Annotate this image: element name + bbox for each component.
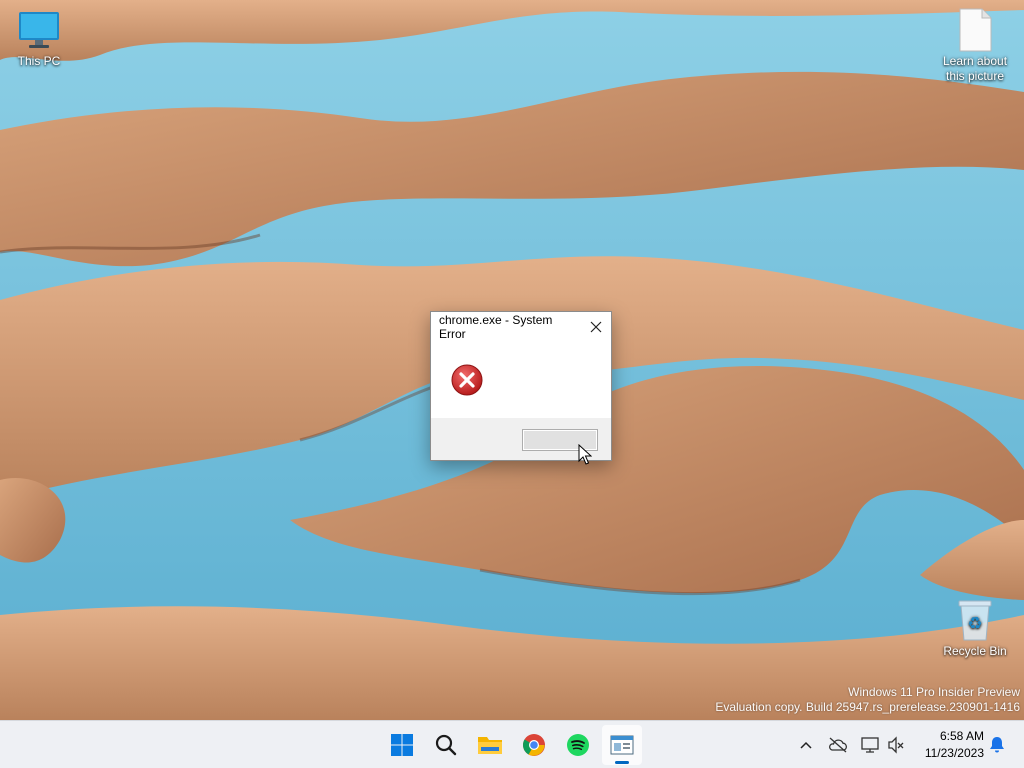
error-x-icon (451, 364, 483, 396)
mouse-cursor-icon (578, 444, 592, 465)
window-app-icon (610, 735, 634, 755)
chrome-button[interactable] (514, 725, 554, 765)
volume-tray-button[interactable] (884, 733, 908, 757)
network-tray-button[interactable] (858, 733, 882, 757)
chrome-icon (523, 734, 545, 756)
desktop-icon-label: Learn about this picture (942, 54, 1008, 83)
monitor-icon (17, 8, 61, 52)
desktop-icon-learn-about-this-picture[interactable]: Learn about this picture (937, 8, 1013, 84)
active-window-indicator (615, 761, 629, 764)
dialog-titlebar[interactable]: chrome.exe - System Error (431, 312, 611, 342)
notification-bell-icon (990, 737, 1004, 753)
taskbar: 6:58 AM 11/23/2023 (0, 720, 1024, 768)
dialog-title: chrome.exe - System Error (439, 313, 553, 341)
folder-icon (478, 737, 502, 754)
svg-text:♻: ♻ (967, 614, 982, 634)
windows-watermark: Windows 11 Pro Insider Preview Evaluatio… (715, 685, 1020, 715)
search-icon (435, 734, 457, 756)
close-button[interactable] (581, 313, 611, 341)
file-explorer-button[interactable] (470, 725, 510, 765)
taskbar-clock[interactable]: 6:58 AM 11/23/2023 (906, 728, 984, 762)
watermark-edition: Windows 11 Pro Insider Preview (848, 685, 1020, 699)
windows-logo-icon (391, 734, 413, 756)
clock-date: 11/23/2023 (924, 746, 984, 760)
document-icon (953, 8, 997, 52)
onedrive-offline-icon (829, 737, 847, 753)
notification-center-button[interactable] (985, 733, 1009, 757)
spotify-button[interactable] (558, 725, 598, 765)
watermark-build: Evaluation copy. Build 25947.rs_prerelea… (715, 700, 1020, 714)
clock-time: 6:58 AM (939, 729, 984, 743)
spotify-icon (567, 734, 589, 756)
error-window-taskbar-button[interactable] (602, 725, 642, 765)
volume-muted-icon (888, 736, 904, 754)
desktop-icon-this-pc[interactable]: This PC (1, 8, 77, 69)
show-hidden-icons-button[interactable] (794, 733, 818, 757)
search-button[interactable] (426, 725, 466, 765)
dialog-body (431, 342, 611, 419)
recycle-bin-icon: ♻ (953, 598, 997, 642)
start-button[interactable] (382, 725, 422, 765)
network-icon (861, 737, 879, 753)
close-icon (590, 321, 602, 333)
onedrive-tray-button[interactable] (826, 733, 850, 757)
desktop-icon-label: Recycle Bin (943, 644, 1007, 658)
desktop-icon-recycle-bin[interactable]: ♻ Recycle Bin (937, 598, 1013, 659)
chevron-up-icon (800, 741, 812, 749)
desktop-icon-label: This PC (17, 54, 61, 68)
system-error-dialog: chrome.exe - System Error (430, 311, 612, 461)
